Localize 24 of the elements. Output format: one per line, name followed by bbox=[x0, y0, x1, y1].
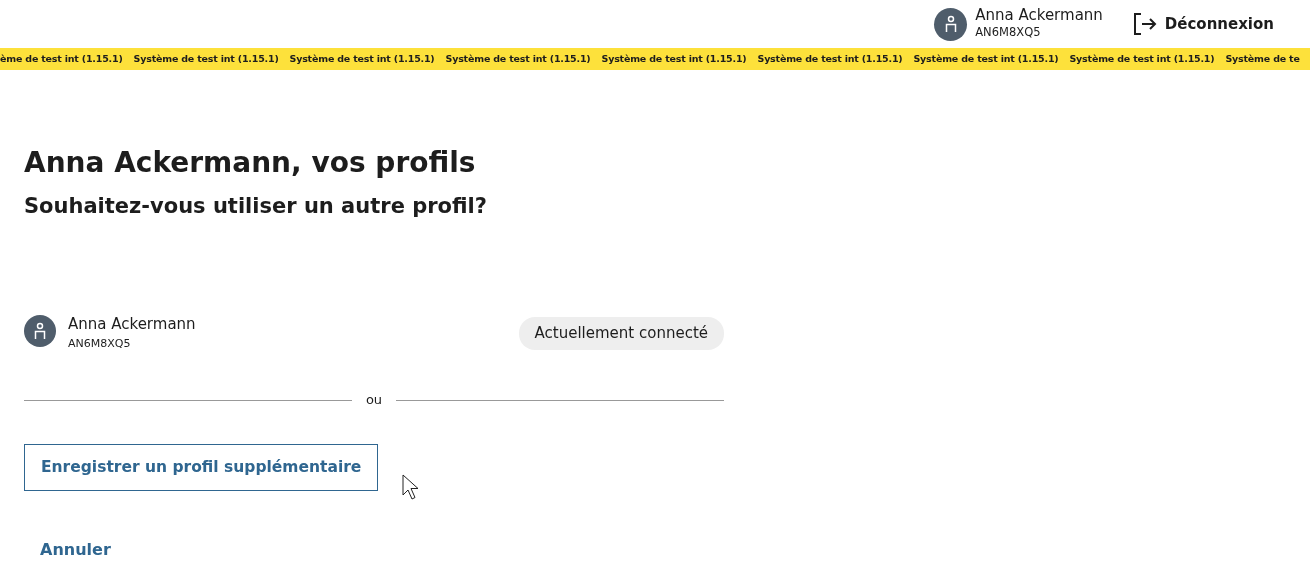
avatar-icon bbox=[934, 7, 968, 41]
user-name: Anna Ackermann bbox=[975, 6, 1103, 25]
cancel-link[interactable]: Annuler bbox=[24, 537, 127, 562]
avatar-icon bbox=[24, 314, 56, 347]
page-subtitle: Souhaitez-vous utiliser un autre profil? bbox=[24, 193, 488, 219]
register-profile-button[interactable]: Enregistrer un profil supplémentaire bbox=[24, 443, 379, 492]
logout-icon bbox=[1132, 13, 1157, 35]
page-title: Anna Ackermann, vos profils bbox=[24, 146, 477, 180]
profile-id: AN6M8XQ5 bbox=[68, 335, 132, 352]
banner-text: Système de test int (1.15.1) bbox=[133, 51, 279, 66]
banner-text: Système de test int (1.15.1) bbox=[1069, 51, 1215, 66]
banner-text: ème de test int (1.15.1) bbox=[0, 51, 123, 66]
divider-text: ou bbox=[365, 391, 383, 410]
banner-text: Système de test int (1.15.1) bbox=[289, 51, 435, 66]
banner-text: Système de test int (1.15.1) bbox=[445, 51, 591, 66]
banner-text: Système de test int (1.15.1) bbox=[601, 51, 747, 66]
banner-text: Système de test int (1.15.1) bbox=[757, 51, 903, 66]
banner-text: Système de te bbox=[1225, 51, 1300, 66]
status-badge: Actuellement connecté bbox=[518, 317, 724, 350]
cursor-icon bbox=[402, 473, 421, 500]
user-id: AN6M8XQ5 bbox=[975, 24, 1042, 42]
profile-name: Anna Ackermann bbox=[68, 314, 196, 333]
banner-text: Système de test int (1.15.1) bbox=[913, 51, 1059, 66]
logout-button[interactable]: Déconnexion bbox=[1126, 11, 1280, 37]
